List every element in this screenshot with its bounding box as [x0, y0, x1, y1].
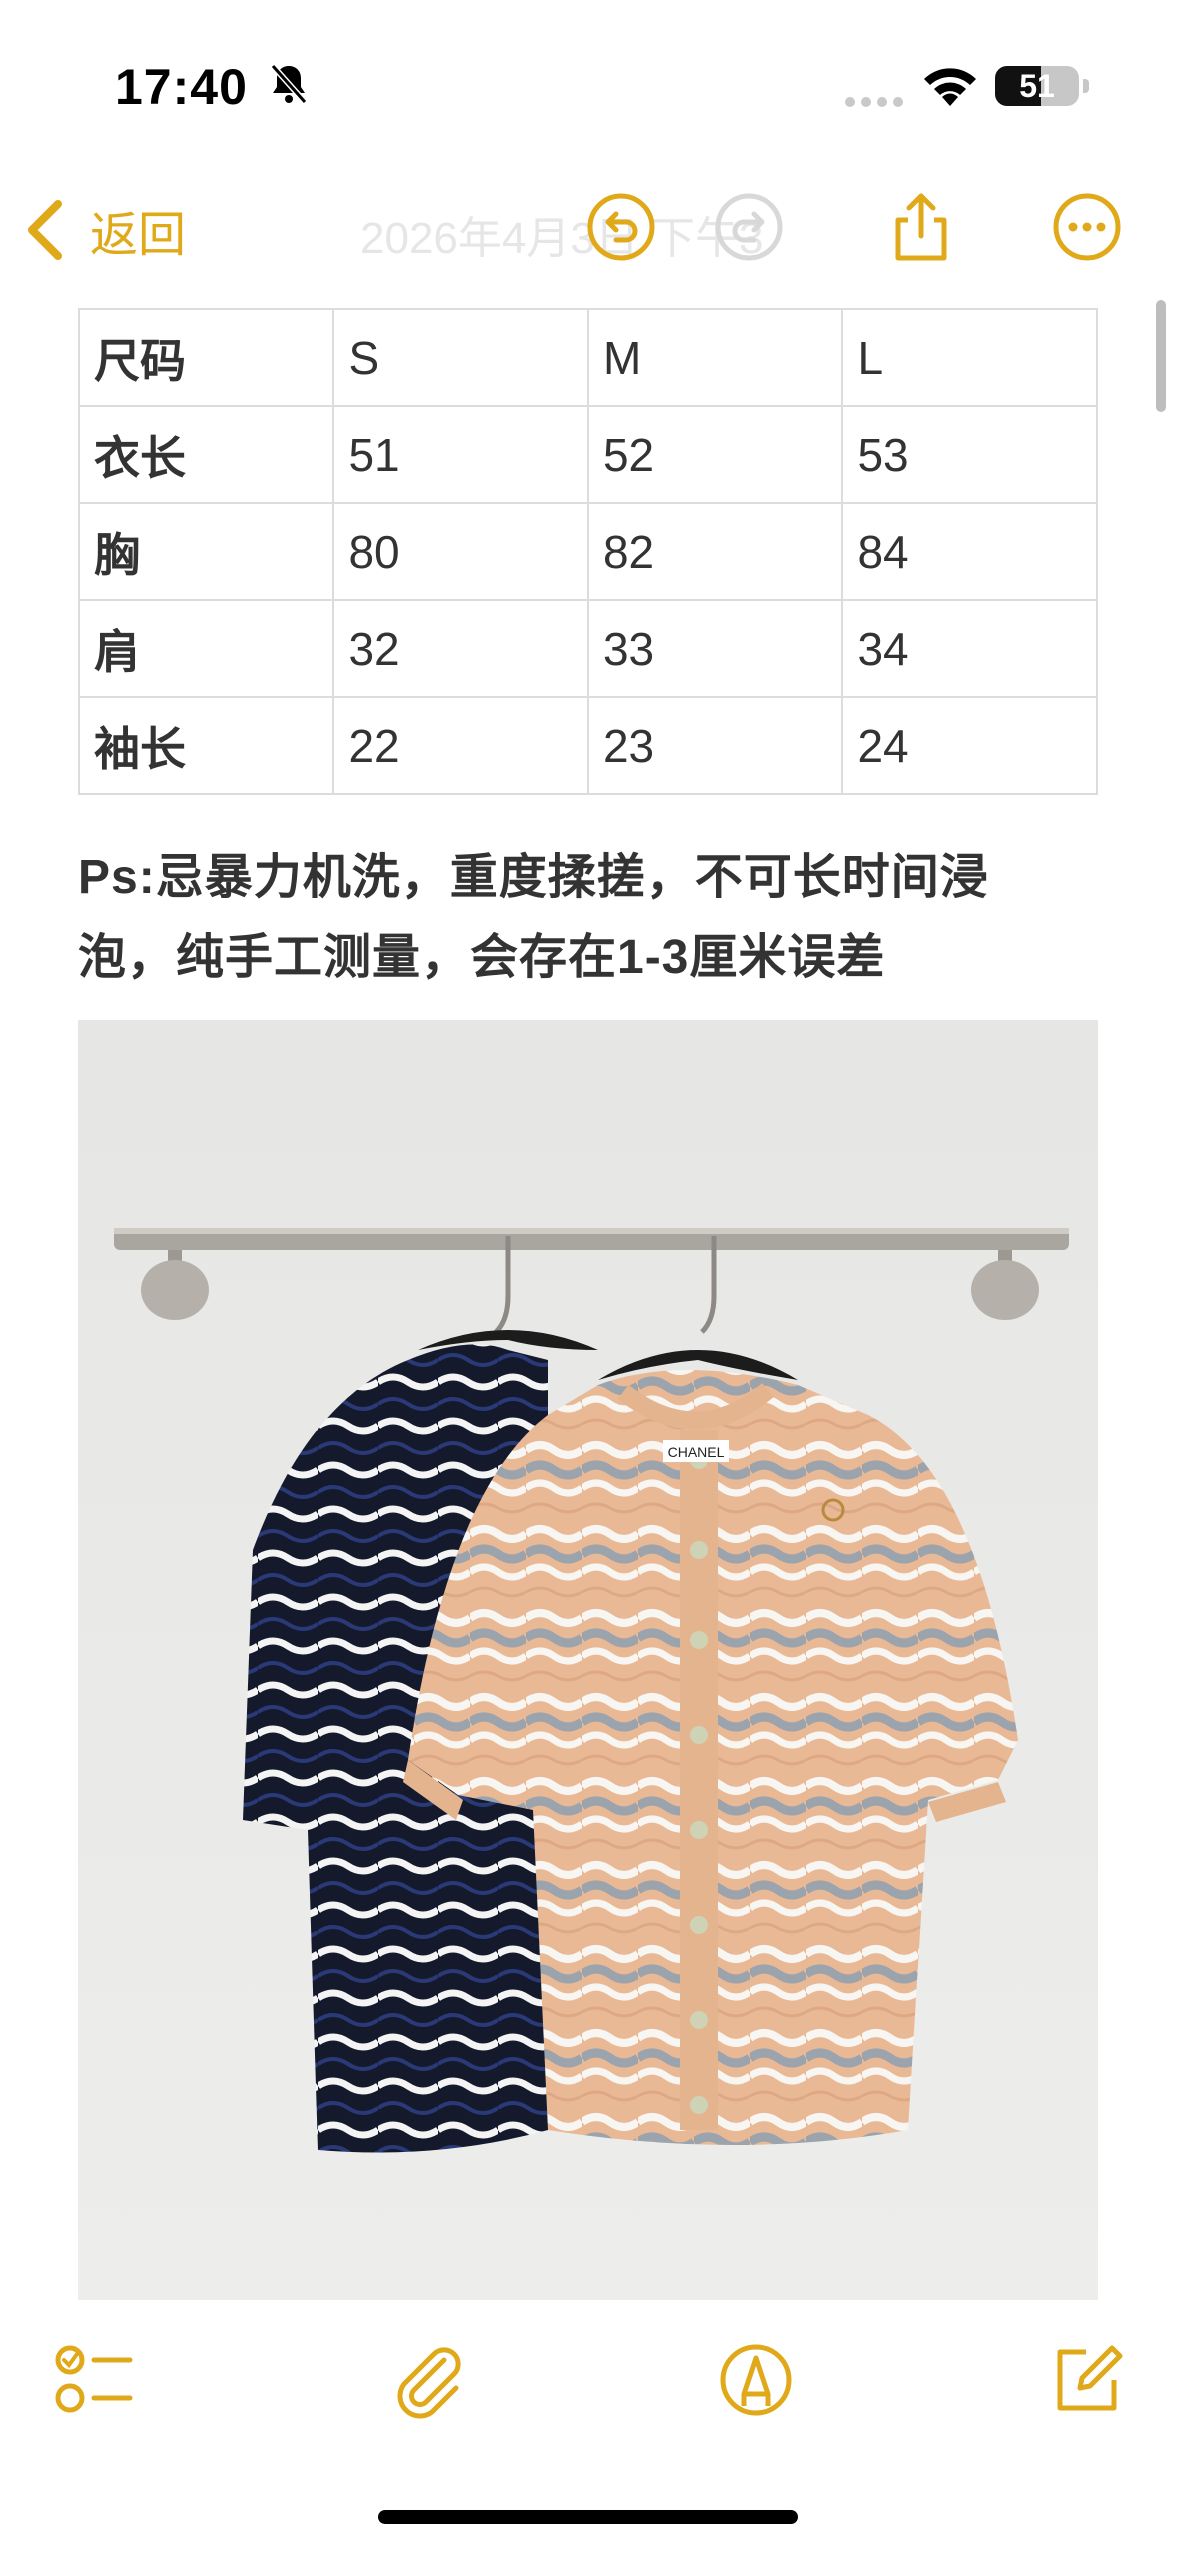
table-cell[interactable]: 82 — [586, 502, 844, 601]
table-cell[interactable]: 肩 — [77, 599, 335, 698]
wifi-icon — [924, 68, 976, 106]
share-icon[interactable] — [884, 190, 958, 264]
chevron-left-icon — [28, 200, 62, 260]
care-note-line: Ps:忌暴力机洗，重度揉搓，不可长时间浸 — [78, 851, 989, 904]
markup-icon[interactable] — [716, 2340, 796, 2420]
table-cell[interactable]: 22 — [332, 696, 589, 795]
table-cell[interactable]: 84 — [841, 502, 1098, 601]
table-cell[interactable]: 24 — [841, 696, 1098, 795]
table-cell[interactable]: 袖长 — [77, 696, 335, 795]
table-cell[interactable]: 53 — [841, 405, 1098, 504]
table-cell[interactable]: 34 — [841, 599, 1098, 698]
care-note-line: 泡，纯手工测量，会存在1-3厘米误差 — [78, 931, 886, 984]
home-indicator[interactable] — [378, 2510, 798, 2524]
table-cell[interactable]: 胸 — [77, 502, 335, 601]
care-note[interactable]: Ps:忌暴力机洗，重度揉搓，不可长时间浸 泡，纯手工测量，会存在1-3厘米误差 — [78, 838, 1118, 998]
table-cell[interactable]: 51 — [332, 405, 589, 504]
table-cell[interactable]: 衣长 — [77, 405, 335, 504]
redo-icon[interactable] — [712, 190, 786, 264]
table-cell[interactable]: 33 — [586, 599, 844, 698]
compose-icon[interactable] — [1046, 2340, 1126, 2420]
undo-icon[interactable] — [584, 190, 658, 264]
table-cell[interactable]: 80 — [332, 502, 589, 601]
table-row: 胸 80 82 84 — [77, 502, 1098, 601]
nav-bar: 返回 2026年4月3日 下午3 — [0, 170, 1179, 290]
battery-icon: 51 — [995, 66, 1089, 106]
table-cell[interactable]: 52 — [586, 405, 844, 504]
table-cell[interactable]: 尺码 — [77, 308, 335, 407]
table-cell[interactable]: M — [586, 308, 844, 407]
brand-tag: CHANEL — [668, 1444, 725, 1460]
table-cell[interactable]: S — [332, 308, 589, 407]
attachment-icon[interactable] — [390, 2340, 470, 2420]
more-icon[interactable] — [1050, 190, 1124, 264]
table-cell[interactable]: 23 — [586, 696, 844, 795]
status-bar: 17:40 51 — [0, 0, 1179, 160]
signal-icon — [845, 94, 909, 112]
table-cell[interactable]: 32 — [332, 599, 589, 698]
table-row: 袖长 22 23 24 — [77, 696, 1098, 795]
table-header-row: 尺码 S M L — [77, 308, 1098, 407]
note-date-title: 2026年4月3日 下午3 — [360, 214, 764, 263]
bell-slash-icon — [270, 64, 308, 104]
product-photo[interactable]: CHANEL — [78, 1020, 1098, 2300]
back-button[interactable]: 返回 — [24, 190, 186, 270]
size-table: 尺码 S M L 衣长 51 52 53 胸 80 82 84 肩 32 33 … — [77, 308, 1098, 795]
table-row: 肩 32 33 34 — [77, 599, 1098, 698]
battery-level: 51 — [1019, 68, 1055, 104]
table-cell[interactable]: L — [841, 308, 1098, 407]
back-label: 返回 — [90, 209, 187, 262]
table-row: 衣长 51 52 53 — [77, 405, 1098, 504]
cardigan-photo-illustration: CHANEL — [78, 1020, 1098, 2300]
scrollbar[interactable] — [1156, 300, 1166, 412]
status-time: 17:40 — [115, 59, 248, 115]
checklist-icon[interactable] — [54, 2340, 134, 2420]
